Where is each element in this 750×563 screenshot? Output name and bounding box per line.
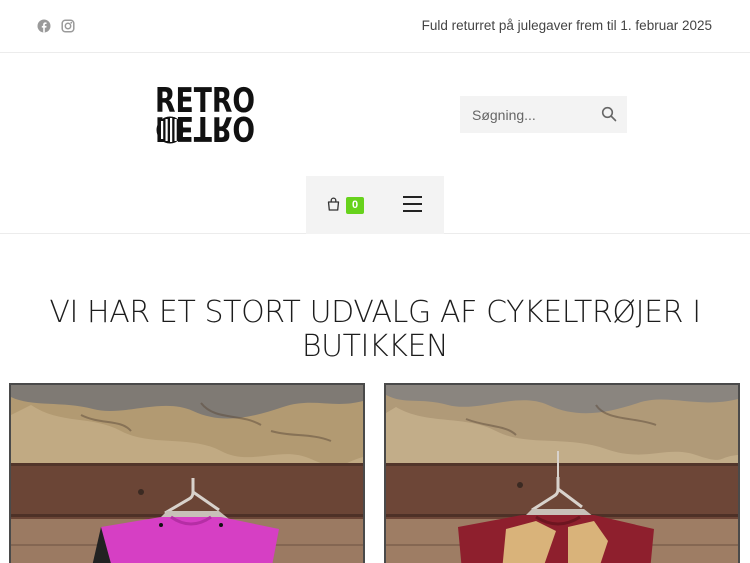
menu-hamburger-icon[interactable] [403,196,424,213]
facebook-icon[interactable] [37,19,51,33]
retro-logo[interactable]: RETRO RETRO [155,82,257,148]
promo-text: Fuld returret på julegaver frem til 1. f… [421,18,712,33]
social-links [37,19,75,33]
cart-count-badge: 0 [346,197,364,214]
cart-button[interactable]: 0 [327,197,367,215]
page-headline: VI HAR ET STORT UDVALG AF CYKELTRØJER I … [49,295,701,364]
jersey-photo-pink[interactable] [9,383,365,563]
search-input[interactable] [460,96,590,133]
jersey-photo-red[interactable] [384,383,740,563]
shopping-bag-icon [327,197,340,211]
site-header: RETRO RETRO 0 [0,53,750,234]
nav-box: 0 [306,176,444,234]
search-icon[interactable] [601,106,617,122]
instagram-icon[interactable] [61,19,75,33]
search-box [460,96,627,133]
top-bar: Fuld returret på julegaver frem til 1. f… [0,0,750,53]
